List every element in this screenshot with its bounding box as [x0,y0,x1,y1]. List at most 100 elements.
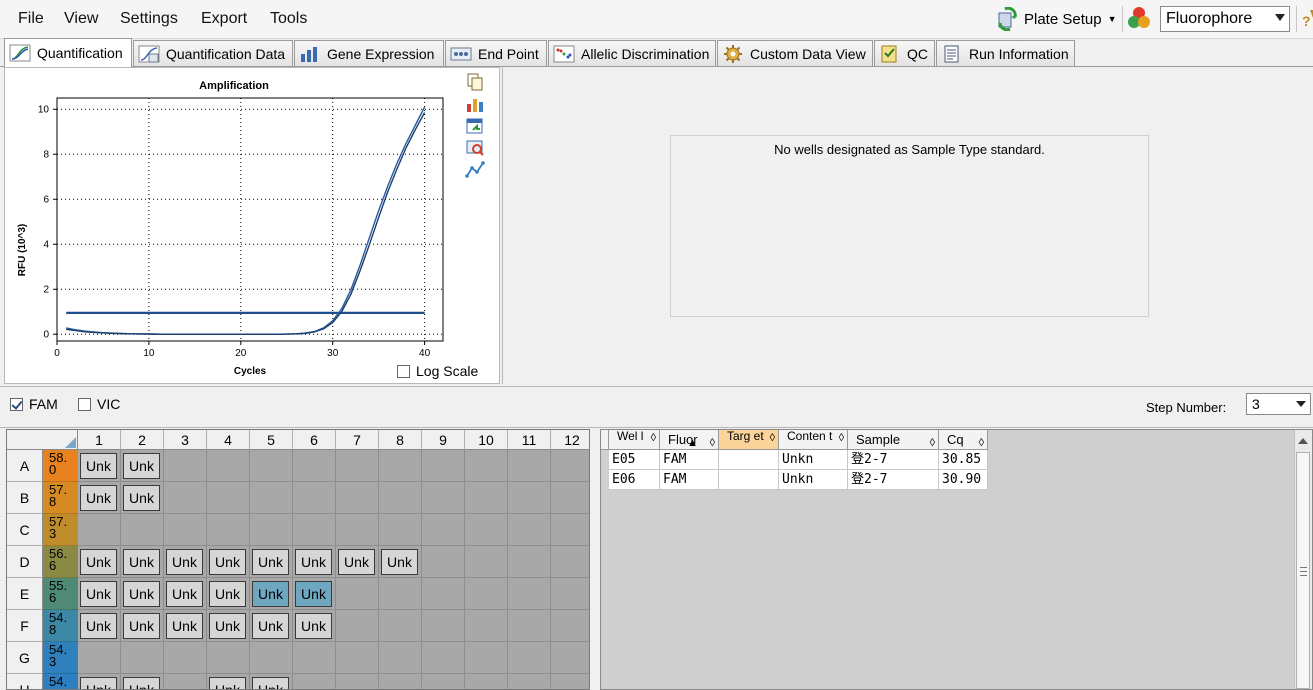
plate-well[interactable] [379,482,422,514]
chart-options-icon[interactable] [465,94,485,114]
menu-settings[interactable]: Settings [120,10,178,28]
fluorophore-color-button[interactable] [1126,5,1154,33]
copy-icon[interactable] [465,72,485,92]
plate-well[interactable] [336,610,379,642]
plate-well[interactable]: Unk [293,610,336,642]
plate-well[interactable] [508,514,551,546]
plate-well[interactable] [336,450,379,482]
plate-well[interactable] [422,578,465,610]
plate-well[interactable]: Unk [78,578,121,610]
column-header[interactable]: 11 [508,430,551,450]
plate-well[interactable]: Unk [78,450,121,482]
column-header[interactable]: 7 [336,430,379,450]
column-header[interactable]: 10 [465,430,508,450]
plate-well[interactable] [465,514,508,546]
amplification-trace[interactable] [66,112,426,335]
plate-well[interactable] [551,450,589,482]
tab-run-information[interactable]: Run Information [936,40,1075,66]
plate-well[interactable] [551,642,589,674]
row-header[interactable]: C [7,514,43,546]
plate-well[interactable] [78,642,121,674]
plate-well[interactable] [164,450,207,482]
well-content-unknown[interactable]: Unk [123,453,160,479]
column-header[interactable]: 4 [207,430,250,450]
plate-well[interactable] [508,610,551,642]
vic-filter[interactable]: VIC [78,396,120,412]
well-content-unknown[interactable]: Unk [209,613,246,639]
plate-well[interactable] [336,642,379,674]
plate-well[interactable] [164,482,207,514]
plate-well[interactable] [250,514,293,546]
menu-tools[interactable]: Tools [270,10,307,28]
table-cell[interactable]: E05 [609,450,660,470]
column-header[interactable]: 12 [551,430,589,450]
plate-well[interactable] [551,514,589,546]
fam-filter[interactable]: FAM [10,396,58,412]
well-content-unknown[interactable]: Unk [166,581,203,607]
table-cell[interactable]: Unkn [779,450,848,470]
plate-well[interactable] [465,642,508,674]
plate-well[interactable] [508,482,551,514]
column-header[interactable]: 2 [121,430,164,450]
well-content-unknown[interactable]: Unk [123,677,160,689]
trace-styles-icon[interactable] [465,160,485,180]
plate-well[interactable]: Unk [250,546,293,578]
table-column-header[interactable]: Sample ◊ [848,430,939,450]
row-header[interactable]: H [7,674,43,689]
plate-well[interactable]: Unk [121,450,164,482]
well-content-unknown[interactable]: Unk [80,613,117,639]
row-header[interactable]: F [7,610,43,642]
plate-setup-button[interactable]: Plate Setup ▼ [996,5,1118,33]
plate-well[interactable]: Unk [207,546,250,578]
plate-well[interactable]: Unk [207,674,250,689]
plate-well[interactable] [293,482,336,514]
table-cell[interactable]: FAM [660,470,719,490]
plate-well[interactable]: Unk [250,674,293,689]
table-column-header[interactable]: Cq ◊ [939,430,988,450]
plate-well[interactable] [551,610,589,642]
plate-well[interactable] [379,450,422,482]
tab-allelic-discrimination[interactable]: Allelic Discrimination [548,40,716,66]
menu-view[interactable]: View [64,10,98,28]
tab-custom-data-view[interactable]: Custom Data View [717,40,873,66]
plate-well[interactable] [207,482,250,514]
well-content-unknown[interactable]: Unk [252,581,289,607]
plate-well[interactable] [379,642,422,674]
column-filter-icon[interactable]: ◊ [839,433,844,444]
table-column-header[interactable]: Targ et ◊ [719,430,779,450]
menu-export[interactable]: Export [201,10,247,28]
plate-well[interactable] [465,450,508,482]
plate-well[interactable] [207,450,250,482]
plate-well[interactable] [121,514,164,546]
plate-well[interactable] [250,450,293,482]
well-content-unknown[interactable]: Unk [295,581,332,607]
plate-well[interactable] [465,674,508,689]
plate-well[interactable] [250,482,293,514]
vic-checkbox[interactable] [78,397,91,411]
plate-well[interactable]: Unk [379,546,422,578]
plate-well[interactable] [164,514,207,546]
table-column-header[interactable]: Fluor ▲ ◊ [660,430,719,450]
column-header[interactable]: 9 [422,430,465,450]
well-content-unknown[interactable]: Unk [209,677,246,689]
log-scale-checkbox[interactable] [397,364,410,378]
column-header[interactable]: 5 [250,430,293,450]
table-cell[interactable]: 30.90 [939,470,988,490]
plate-well[interactable]: Unk [336,546,379,578]
plate-well[interactable] [465,482,508,514]
table-cell[interactable]: 登2-7 [848,450,939,470]
plate-well[interactable]: Unk [293,546,336,578]
tab-qc[interactable]: QC [874,40,935,66]
well-content-unknown[interactable]: Unk [123,581,160,607]
plate-well[interactable] [551,482,589,514]
table-cell[interactable]: Unkn [779,470,848,490]
column-filter-icon[interactable]: ◊ [930,433,935,449]
log-scale-toggle[interactable]: Log Scale [397,363,478,379]
row-header[interactable]: B [7,482,43,514]
plate-well[interactable] [164,674,207,689]
plate-well[interactable] [164,642,207,674]
well-content-unknown[interactable]: Unk [338,549,375,575]
plate-well[interactable]: Unk [164,610,207,642]
plate-well[interactable] [508,642,551,674]
export-image-icon[interactable] [465,116,485,136]
